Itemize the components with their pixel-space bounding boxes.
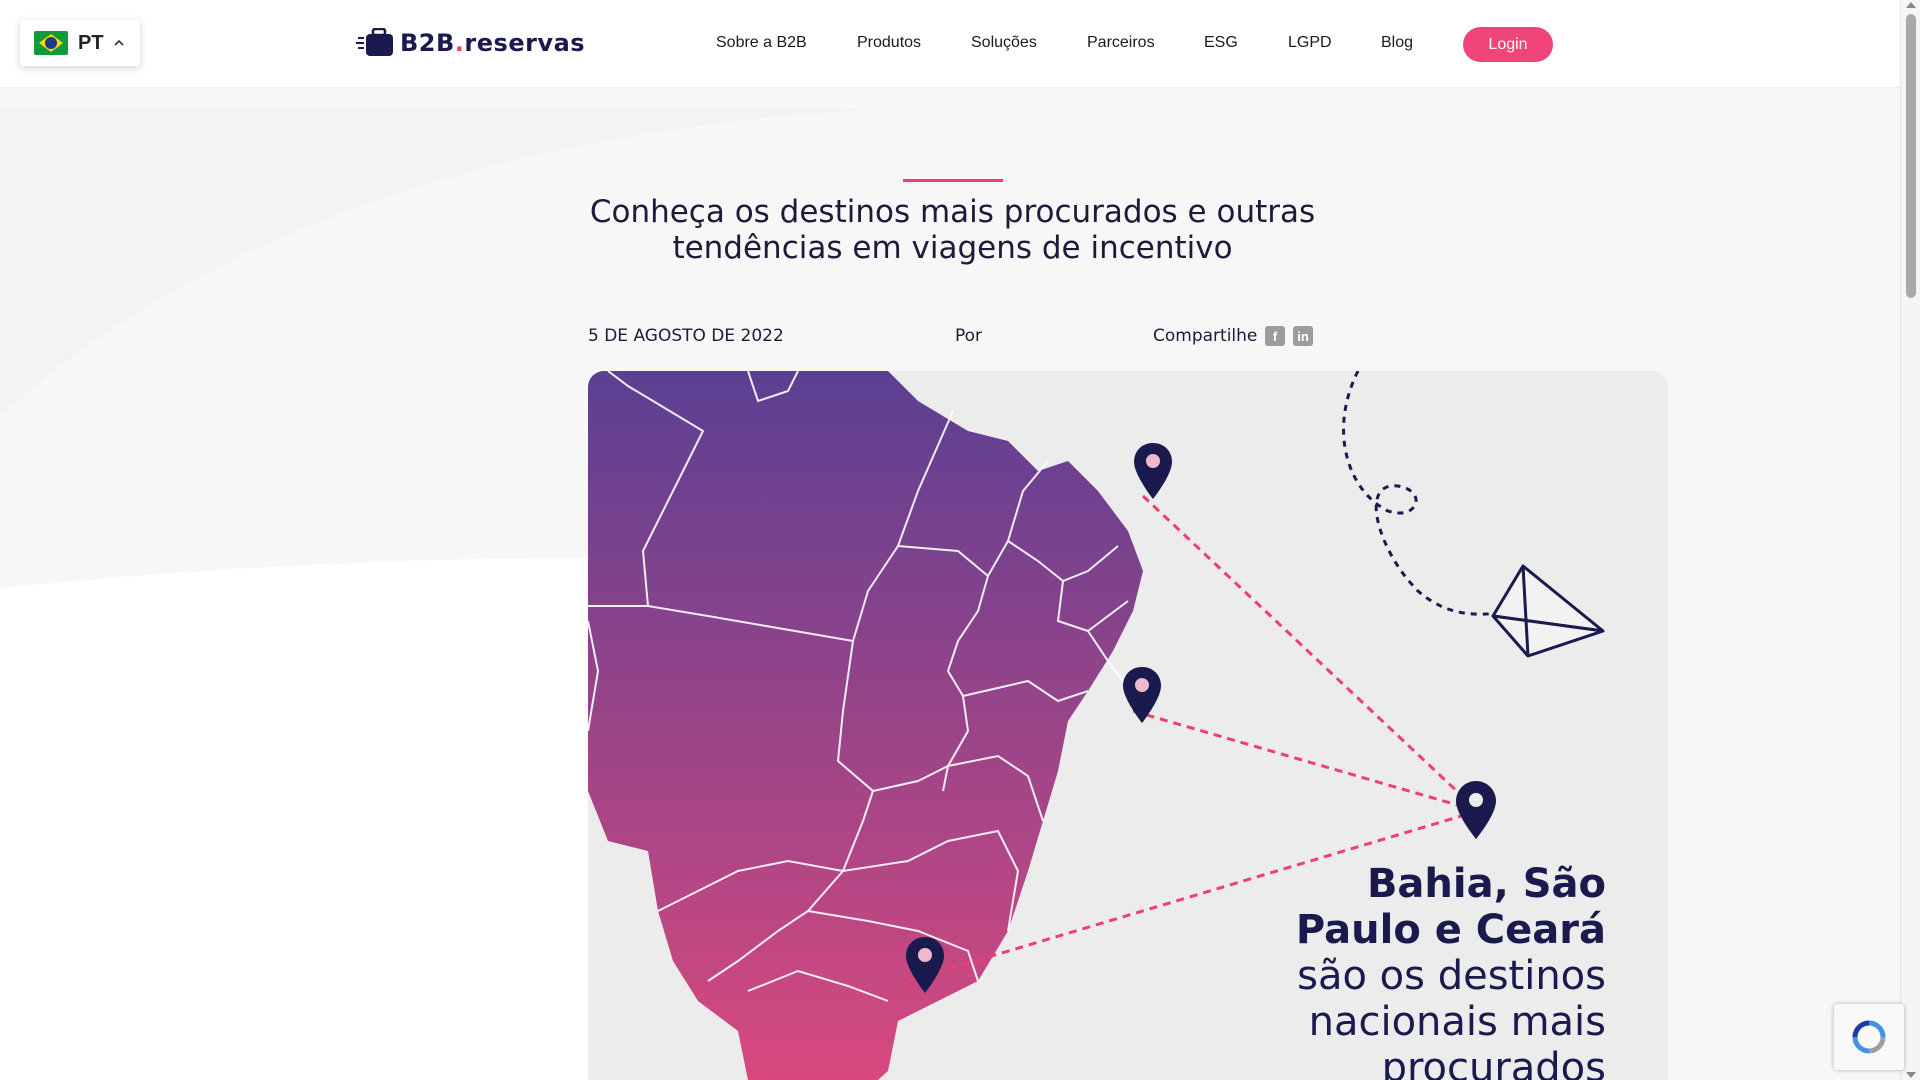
nav-parceiros[interactable]: Parceiros <box>1087 34 1155 52</box>
nav-solucoes[interactable]: Soluções <box>971 34 1037 52</box>
nav-esg[interactable]: ESG <box>1204 34 1238 52</box>
flight-path <box>1342 371 1524 616</box>
nav-blog[interactable]: Blog <box>1381 34 1413 52</box>
chevron-up-icon <box>113 38 124 48</box>
scroll-up-arrow-icon[interactable] <box>1906 2 1916 8</box>
hero-headline-bold-1: Bahia, São <box>1366 861 1606 907</box>
page-scrollbar[interactable] <box>1900 0 1920 1080</box>
hero-headline-light-1: são os destinos <box>1297 953 1606 999</box>
hero-headline-light-3: procurados <box>1381 1045 1606 1080</box>
recaptcha-badge[interactable] <box>1834 1004 1904 1070</box>
nav-lgpd[interactable]: LGPD <box>1288 34 1332 52</box>
scroll-thumb[interactable] <box>1906 14 1916 298</box>
paper-plane-icon <box>1491 564 1605 658</box>
hero-headline-light-2: nacionais mais <box>1308 999 1606 1045</box>
nav-sobre[interactable]: Sobre a B2B <box>716 34 807 52</box>
hero-headline: Bahia, São Paulo e Ceará são os destinos… <box>1296 861 1606 1080</box>
linkedin-icon[interactable]: in <box>1293 326 1313 346</box>
brazil-map-shape <box>588 371 1143 1080</box>
recaptcha-icon <box>1852 1020 1886 1054</box>
article-author: Por <box>955 326 983 346</box>
logo-wordmark: B2B.reservas <box>400 29 586 57</box>
pin-ceara-icon <box>1134 443 1172 499</box>
hero-headline-bold-2: Paulo e Ceará <box>1295 907 1606 953</box>
hero-image: Bahia, São Paulo e Ceará são os destinos… <box>588 371 1668 1080</box>
share-icons: f in <box>1265 326 1313 346</box>
login-button[interactable]: Login <box>1463 27 1553 62</box>
article-date: 5 DE AGOSTO DE 2022 <box>588 326 784 346</box>
brazil-flag-icon <box>34 31 68 55</box>
scroll-down-arrow-icon[interactable] <box>1906 1072 1916 1078</box>
share-label: Compartilhe <box>1153 326 1258 346</box>
language-code: PT <box>78 31 104 54</box>
pin-bahia-icon <box>1123 667 1161 723</box>
nav-produtos[interactable]: Produtos <box>857 34 921 52</box>
facebook-icon[interactable]: f <box>1265 326 1285 346</box>
pin-destination-icon <box>1456 781 1496 839</box>
site-header: PT B2B.reservas Sobre a B2B Produtos Sol… <box>0 0 1900 88</box>
language-selector[interactable]: PT <box>20 20 140 66</box>
article-title: Conheça os destinos mais procurados e ou… <box>589 194 1316 266</box>
suitcase-logo-icon <box>356 28 393 56</box>
title-accent-line <box>903 179 1003 182</box>
site-logo[interactable]: B2B.reservas <box>356 28 585 58</box>
